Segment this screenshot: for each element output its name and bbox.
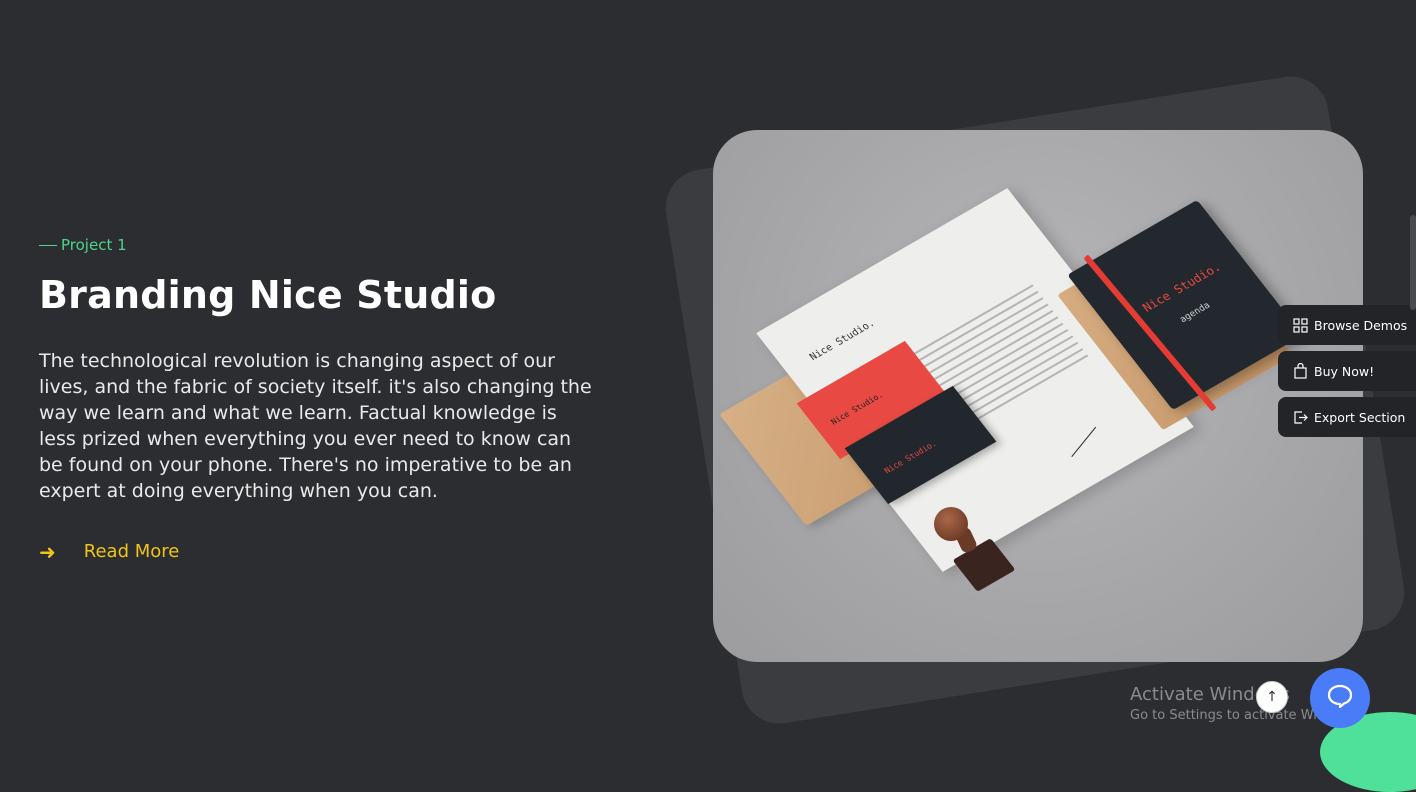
arrow-right-icon: ➜ <box>39 539 56 564</box>
project-description: The technological revolution is changing… <box>39 349 592 502</box>
project-label: Project 1 <box>61 236 127 254</box>
stamp-handle <box>934 507 968 541</box>
card-logo: Nice Studio. <box>829 390 885 427</box>
browse-demos-button[interactable]: Browse Demos <box>1278 305 1416 345</box>
export-icon <box>1292 409 1308 425</box>
read-more-label: Read More <box>83 541 180 562</box>
arrow-up-icon: ↑ <box>1266 689 1278 705</box>
project-info: Project 1 Branding Nice Studio The techn… <box>39 236 599 504</box>
signature <box>1055 416 1097 457</box>
project-title: Branding Nice Studio <box>39 273 497 317</box>
scrollbar[interactable] <box>1410 215 1416 310</box>
scroll-to-top-button[interactable]: ↑ <box>1256 681 1288 713</box>
shopping-bag-icon <box>1292 363 1308 379</box>
card-logo-dark: Nice Studio. <box>882 439 939 476</box>
grid-icon <box>1292 317 1308 333</box>
read-more-link[interactable]: ➜ Read More <box>39 541 179 562</box>
chat-bubble-icon <box>1327 684 1353 712</box>
chat-button[interactable] <box>1310 668 1370 728</box>
notebook-subtitle: agenda <box>1178 300 1213 326</box>
buy-now-label: Buy Now! <box>1314 363 1375 379</box>
export-section-label: Export Section <box>1314 409 1406 425</box>
browse-demos-label: Browse Demos <box>1314 317 1408 333</box>
buy-now-button[interactable]: Buy Now! <box>1278 351 1416 391</box>
export-section-button[interactable]: Export Section <box>1278 397 1416 437</box>
paper-logo: Nice Studio. <box>807 318 878 363</box>
eyebrow-dash <box>39 244 57 246</box>
project-eyebrow: Project 1 <box>39 236 599 254</box>
